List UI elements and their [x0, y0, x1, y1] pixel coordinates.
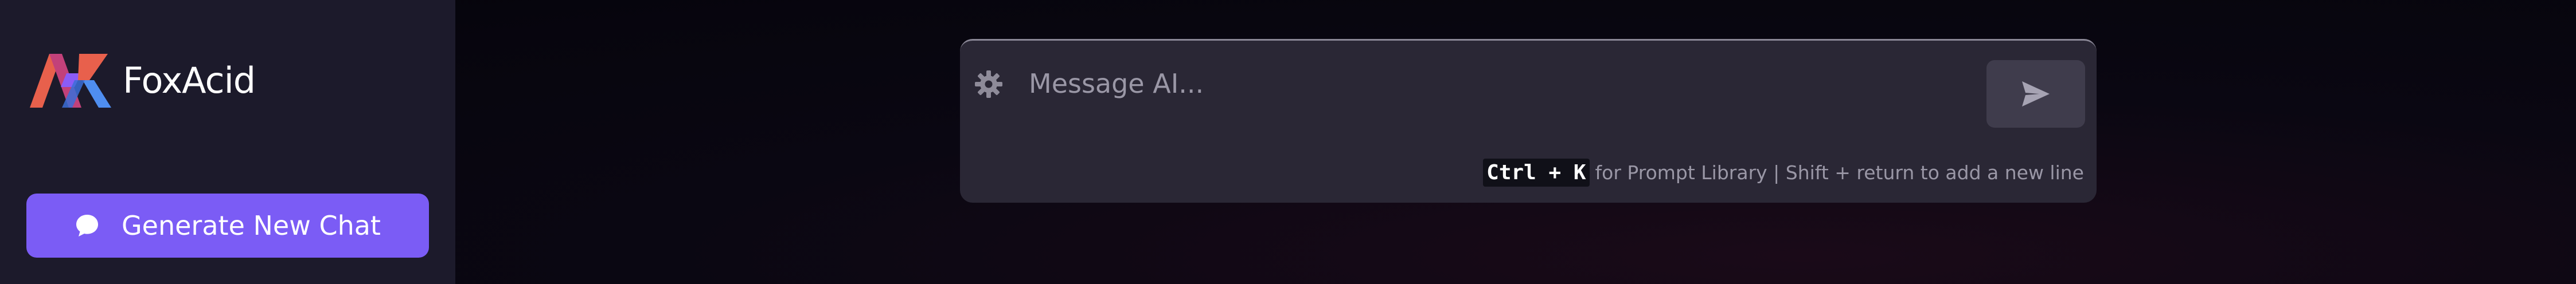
message-composer: Ctrl + K for Prompt Library | Shift + re…	[960, 39, 2097, 203]
shortcut-hint: Ctrl + K for Prompt Library | Shift + re…	[1483, 159, 2084, 187]
brand-name: FoxAcid	[123, 59, 256, 101]
generate-new-chat-button[interactable]: Generate New Chat	[26, 194, 429, 258]
send-icon	[2022, 81, 2050, 107]
sidebar: FoxAcid Generate New Chat	[0, 0, 455, 284]
send-button[interactable]	[1986, 60, 2085, 128]
foxacid-logo-icon	[30, 54, 111, 108]
message-input[interactable]	[1029, 64, 1774, 104]
brand[interactable]: FoxAcid	[26, 50, 256, 110]
generate-new-chat-label: Generate New Chat	[122, 210, 381, 241]
gear-icon[interactable]	[974, 69, 1004, 99]
shortcut-keys: Ctrl + K	[1483, 159, 1590, 187]
chat-bubble-icon	[76, 215, 99, 236]
app-window: FoxAcid Generate New Chat Message AI... …	[0, 0, 2576, 284]
shortcut-hint-text: for Prompt Library | Shift + return to a…	[1595, 161, 2084, 184]
